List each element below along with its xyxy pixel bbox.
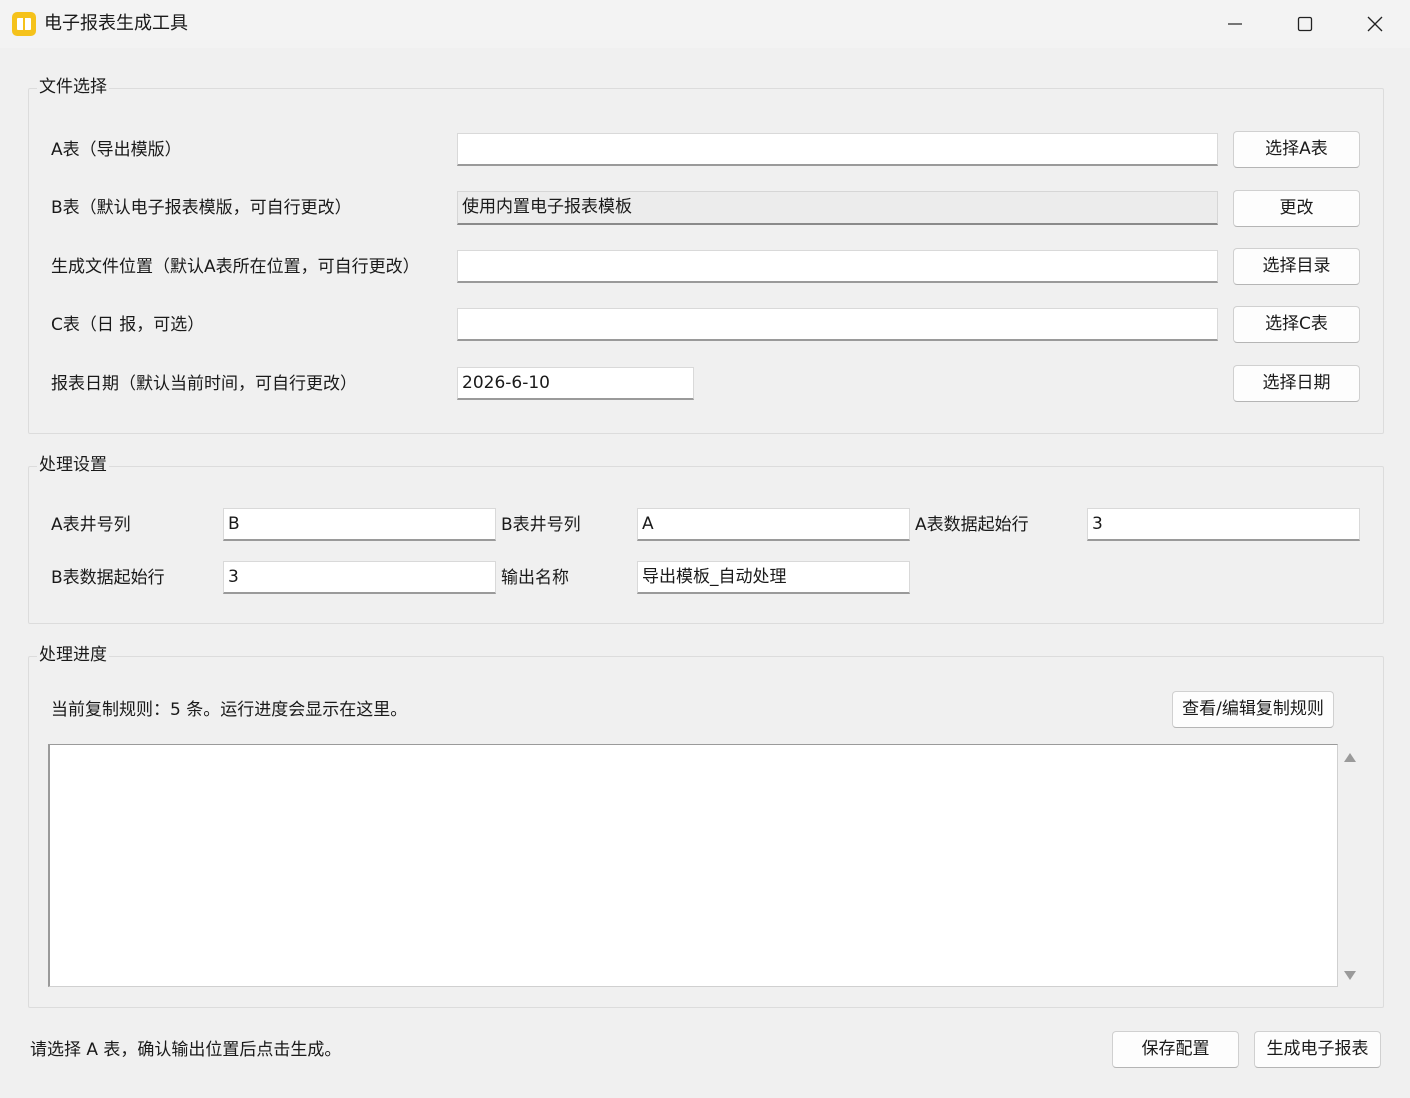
- b-table-label: B表（默认电子报表模版，可自行更改）: [51, 198, 352, 218]
- a-start-row-label: A表数据起始行: [915, 515, 1029, 535]
- title-bar: 电子报表生成工具: [0, 0, 1410, 48]
- a-table-label: A表（导出模版）: [51, 140, 182, 160]
- b-start-row-label: B表数据起始行: [51, 568, 165, 588]
- a-start-row-input[interactable]: 3: [1087, 508, 1360, 541]
- maximize-button[interactable]: [1270, 0, 1340, 48]
- output-directory-input[interactable]: [457, 250, 1218, 283]
- b-table-path-input[interactable]: 使用内置电子报表模板: [457, 191, 1218, 225]
- status-text: 请选择 A 表，确认输出位置后点击生成。: [30, 1040, 342, 1060]
- output-name-label: 输出名称: [501, 568, 569, 588]
- processing-settings-title: 处理设置: [37, 454, 109, 476]
- a-well-column-input[interactable]: B: [223, 508, 496, 541]
- window-title: 电子报表生成工具: [44, 13, 188, 34]
- minimize-icon: [1228, 23, 1242, 25]
- report-date-label: 报表日期（默认当前时间，可自行更改）: [51, 374, 357, 394]
- progress-log[interactable]: [48, 744, 1338, 987]
- output-name-input[interactable]: 导出模板_自动处理: [637, 561, 910, 594]
- change-b-table-button[interactable]: 更改: [1233, 190, 1360, 227]
- scroll-down-icon[interactable]: [1344, 971, 1356, 980]
- close-button[interactable]: [1340, 0, 1410, 48]
- progress-title: 处理进度: [37, 644, 109, 666]
- maximize-icon: [1297, 16, 1313, 32]
- processing-settings-group: [28, 466, 1384, 624]
- main-window: 电子报表生成工具 文件选择 A表（导出模版） 选择A表 B表（默认电子报表模版，…: [0, 0, 1410, 1098]
- c-table-label: C表（日 报，可选）: [51, 315, 205, 335]
- select-directory-button[interactable]: 选择目录: [1233, 248, 1360, 285]
- a-well-column-label: A表井号列: [51, 515, 131, 535]
- select-date-button[interactable]: 选择日期: [1233, 365, 1360, 402]
- generate-report-button[interactable]: 生成电子报表: [1254, 1031, 1381, 1068]
- minimize-button[interactable]: [1200, 0, 1270, 48]
- b-start-row-input[interactable]: 3: [223, 561, 496, 594]
- output-location-label: 生成文件位置（默认A表所在位置，可自行更改）: [51, 257, 420, 277]
- edit-copy-rules-button[interactable]: 查看/编辑复制规则: [1172, 691, 1334, 728]
- scroll-up-icon[interactable]: [1344, 753, 1356, 762]
- c-table-path-input[interactable]: [457, 308, 1218, 341]
- b-well-column-label: B表井号列: [501, 515, 581, 535]
- file-selection-title: 文件选择: [37, 76, 109, 98]
- close-icon: [1367, 16, 1383, 32]
- a-table-path-input[interactable]: [457, 133, 1218, 166]
- select-c-table-button[interactable]: 选择C表: [1233, 306, 1360, 343]
- notebook-icon: [12, 12, 36, 36]
- select-a-table-button[interactable]: 选择A表: [1233, 131, 1360, 168]
- b-well-column-input[interactable]: A: [637, 508, 910, 541]
- progress-info-text: 当前复制规则：5 条。运行进度会显示在这里。: [51, 700, 408, 720]
- save-config-button[interactable]: 保存配置: [1112, 1031, 1239, 1068]
- report-date-input[interactable]: 2026-6-10: [457, 367, 694, 400]
